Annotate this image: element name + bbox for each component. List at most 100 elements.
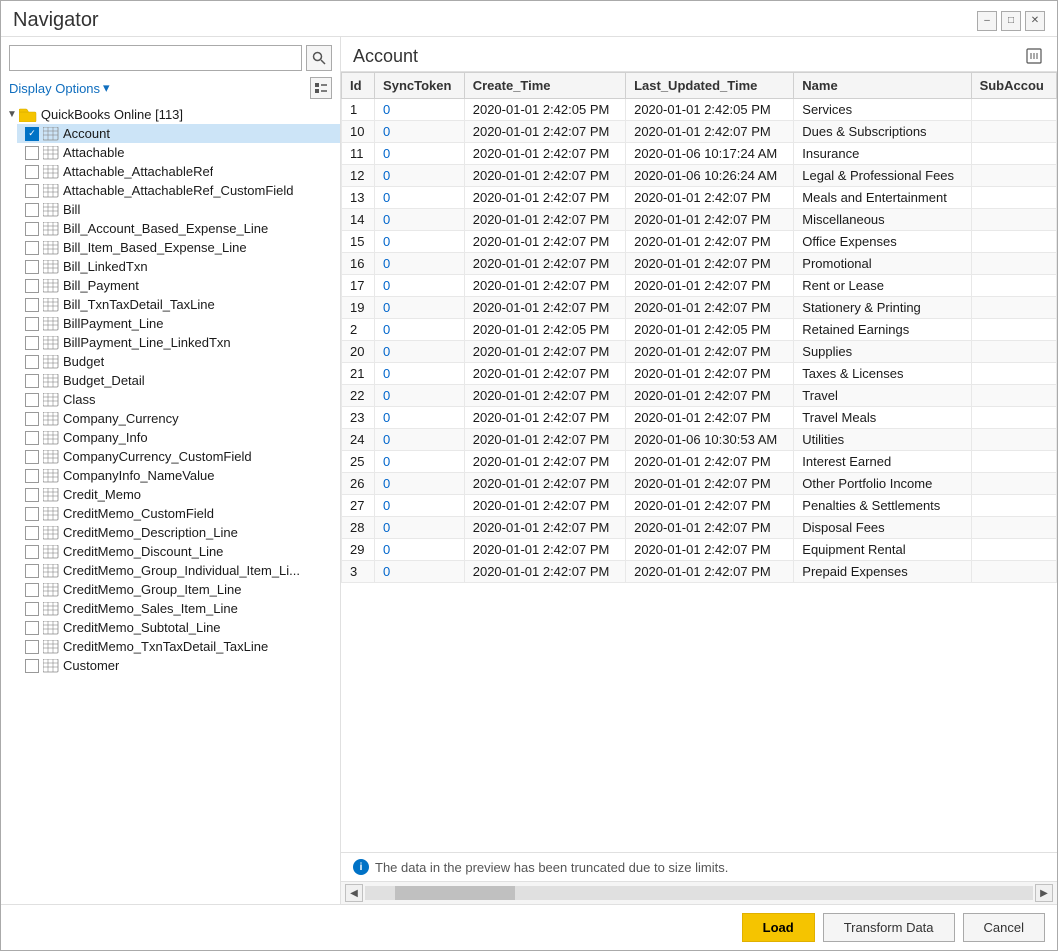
tree-node-companycurrency_customfield[interactable]: CompanyCurrency_CustomField [17,447,340,466]
export-button[interactable] [1023,45,1045,67]
tree-node-creditmemo_group_item_line[interactable]: CreditMemo_Group_Item_Line [17,580,340,599]
checkbox-creditmemo_group_individual_item_li[interactable] [25,564,39,578]
checkbox-companycurrency_customfield[interactable] [25,450,39,464]
tree-node-customer[interactable]: Customer [17,656,340,675]
node-label-creditmemo_customfield: CreditMemo_CustomField [63,506,214,521]
transform-data-button[interactable]: Transform Data [823,913,955,942]
table-icon [43,165,59,179]
cell-col0: 10 [342,121,375,143]
root-node-label: QuickBooks Online [113] [41,107,183,122]
table-icon [43,488,59,502]
tree-node-bill[interactable]: Bill [17,200,340,219]
search-input[interactable] [9,45,302,71]
cell-col2: 2020-01-01 2:42:07 PM [464,363,625,385]
table-icon [43,184,59,198]
tree-node-credit_memo[interactable]: Credit_Memo [17,485,340,504]
checkbox-budget[interactable] [25,355,39,369]
checkbox-bill_payment[interactable] [25,279,39,293]
scroll-thumb[interactable] [395,886,515,900]
checkbox-creditmemo_group_item_line[interactable] [25,583,39,597]
tree-node-creditmemo_subtotal_line[interactable]: CreditMemo_Subtotal_Line [17,618,340,637]
checkbox-attachable_attachableref[interactable] [25,165,39,179]
root-node[interactable]: ▼ QuickBooks Online [113] [1,105,340,124]
checkbox-creditmemo_txntaxdetail_taxline[interactable] [25,640,39,654]
cell-col2: 2020-01-01 2:42:07 PM [464,143,625,165]
minimize-button[interactable]: – [977,11,997,31]
tree-node-bill_txntaxdetail_taxline[interactable]: Bill_TxnTaxDetail_TaxLine [17,295,340,314]
main-content: Display Options ▾ ▼ [1,37,1057,904]
checkbox-creditmemo_description_line[interactable] [25,526,39,540]
checkbox-bill_item_based_expense_line[interactable] [25,241,39,255]
tree-node-bill_linkedtxn[interactable]: Bill_LinkedTxn [17,257,340,276]
tree-node-bill_account_based_expense_line[interactable]: Bill_Account_Based_Expense_Line [17,219,340,238]
tree-node-creditmemo_sales_item_line[interactable]: CreditMemo_Sales_Item_Line [17,599,340,618]
checkbox-billpayment_line_linkedtxn[interactable] [25,336,39,350]
scroll-right-button[interactable]: ▶ [1035,884,1053,902]
tree-node-billpayment_line[interactable]: BillPayment_Line [17,314,340,333]
table-row: 2202020-01-01 2:42:07 PM2020-01-01 2:42:… [342,385,1057,407]
scroll-left-button[interactable]: ◀ [345,884,363,902]
checkbox-creditmemo_customfield[interactable] [25,507,39,521]
table-row: 2802020-01-01 2:42:07 PM2020-01-01 2:42:… [342,517,1057,539]
checkbox-budget_detail[interactable] [25,374,39,388]
horizontal-scrollbar[interactable]: ◀ ▶ [341,881,1057,904]
checkbox-creditmemo_discount_line[interactable] [25,545,39,559]
tree-node-bill_payment[interactable]: Bill_Payment [17,276,340,295]
checkbox-class[interactable] [25,393,39,407]
table-icon [43,222,59,236]
tree-node-attachable[interactable]: Attachable [17,143,340,162]
tree-node-creditmemo_discount_line[interactable]: CreditMemo_Discount_Line [17,542,340,561]
checkbox-attachable_attachableref_customfield[interactable] [25,184,39,198]
tree-node-budget_detail[interactable]: Budget_Detail [17,371,340,390]
tree-node-billpayment_line_linkedtxn[interactable]: BillPayment_Line_LinkedTxn [17,333,340,352]
checkbox-creditmemo_subtotal_line[interactable] [25,621,39,635]
checkbox-billpayment_line[interactable] [25,317,39,331]
cell-synctoken: 0 [375,187,465,209]
checkbox-company_currency[interactable] [25,412,39,426]
checkbox-attachable[interactable] [25,146,39,160]
display-options-button[interactable]: Display Options ▾ [9,80,110,96]
cell-col5 [971,165,1056,187]
checkbox-creditmemo_sales_item_line[interactable] [25,602,39,616]
tree-node-attachable_attachableref[interactable]: Attachable_AttachableRef [17,162,340,181]
load-button[interactable]: Load [742,913,815,942]
cell-col4: Disposal Fees [794,517,971,539]
table-row: 102020-01-01 2:42:05 PM2020-01-01 2:42:0… [342,99,1057,121]
checkbox-company_info[interactable] [25,431,39,445]
cell-col5 [971,407,1056,429]
table-icon [43,507,59,521]
checkbox-bill_txntaxdetail_taxline[interactable] [25,298,39,312]
table-row: 2102020-01-01 2:42:07 PM2020-01-01 2:42:… [342,363,1057,385]
tree-node-creditmemo_customfield[interactable]: CreditMemo_CustomField [17,504,340,523]
tree-node-creditmemo_description_line[interactable]: CreditMemo_Description_Line [17,523,340,542]
tree-node-company_currency[interactable]: Company_Currency [17,409,340,428]
tree-node-class[interactable]: Class [17,390,340,409]
checkbox-companyinfo_namevalue[interactable] [25,469,39,483]
col-header-create_time: Create_Time [464,73,625,99]
tree-node-account[interactable]: ✓ Account [17,124,340,143]
tree-node-attachable_attachableref_customfield[interactable]: Attachable_AttachableRef_CustomField [17,181,340,200]
checkbox-bill_linkedtxn[interactable] [25,260,39,274]
right-panel-title: Account [353,46,418,67]
checkbox-bill[interactable] [25,203,39,217]
maximize-button[interactable]: □ [1001,11,1021,31]
cancel-button[interactable]: Cancel [963,913,1045,942]
node-label-bill: Bill [63,202,80,217]
tree-node-companyinfo_namevalue[interactable]: CompanyInfo_NameValue [17,466,340,485]
scroll-track[interactable] [365,886,1033,900]
list-view-button[interactable] [310,77,332,99]
checkbox-bill_account_based_expense_line[interactable] [25,222,39,236]
cell-col0: 17 [342,275,375,297]
tree-node-company_info[interactable]: Company_Info [17,428,340,447]
close-button[interactable]: ✕ [1025,11,1045,31]
table-icon [43,317,59,331]
checkbox-credit_memo[interactable] [25,488,39,502]
tree-node-budget[interactable]: Budget [17,352,340,371]
search-button[interactable] [306,45,332,71]
tree-node-creditmemo_txntaxdetail_taxline[interactable]: CreditMemo_TxnTaxDetail_TaxLine [17,637,340,656]
cell-col3: 2020-01-01 2:42:05 PM [626,99,794,121]
tree-node-creditmemo_group_individual_item_li[interactable]: CreditMemo_Group_Individual_Item_Li... [17,561,340,580]
checkbox-customer[interactable] [25,659,39,673]
tree-node-bill_item_based_expense_line[interactable]: Bill_Item_Based_Expense_Line [17,238,340,257]
checkbox-account[interactable]: ✓ [25,127,39,141]
